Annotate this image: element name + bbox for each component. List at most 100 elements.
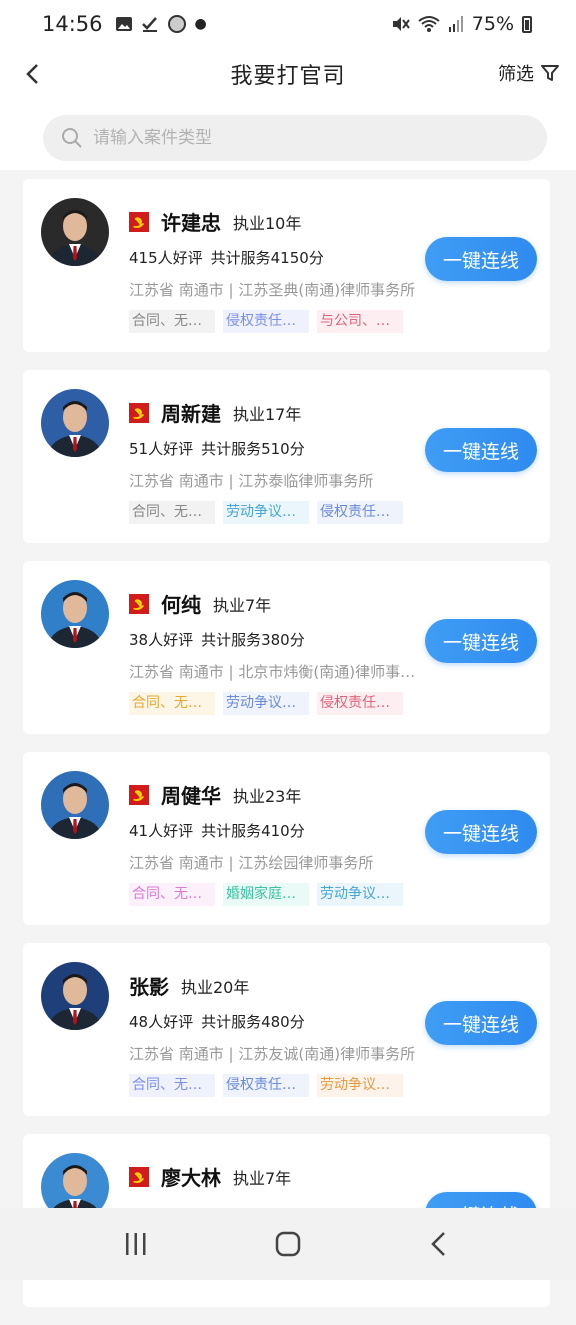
stats-row: 41人好评 共计服务410分 <box>129 820 305 841</box>
filter-label: 筛选 <box>498 64 534 85</box>
connect-button[interactable]: 一键连线 <box>425 1001 537 1045</box>
lawyer-name: 许建忠 <box>161 211 221 235</box>
tag-list: 合同、无… 侵权责任… 劳动争议… <box>129 1074 403 1097</box>
signal-icon <box>448 16 463 32</box>
back-icon <box>431 1232 445 1256</box>
tag-list: 合同、无… 婚姻家庭… 劳动争议… <box>129 883 403 906</box>
recent-apps-button[interactable] <box>116 1224 156 1264</box>
search-input[interactable] <box>91 127 495 149</box>
lawyer-card[interactable]: 许建忠 执业10年 415人好评 共计服务4150分江苏省 南通市 | 江苏圣典(南通… <box>23 179 550 352</box>
battery-percent: 75% <box>471 13 514 35</box>
service-score: 共计服务480分 <box>201 1013 305 1031</box>
party-emblem-icon <box>129 402 149 423</box>
avatar <box>41 771 109 839</box>
stats-row: 51人好评 共计服务510分 <box>129 438 305 459</box>
practice-tag: 合同、无… <box>129 883 215 906</box>
lawyer-card[interactable]: 周健华 执业23年 41人好评 共计服务410分江苏省 南通市 | 江苏绘园律师事务所… <box>23 752 550 925</box>
practice-tag: 劳动争议… <box>223 501 309 524</box>
practice-tag: 合同、无… <box>129 692 215 715</box>
name-row: 张影 执业20年 <box>129 971 249 1000</box>
review-count: 51人好评 <box>129 440 194 458</box>
lawyer-name: 何纯 <box>161 593 201 617</box>
practice-tag: 侵权责任… <box>317 501 403 524</box>
practice-tag: 合同、无… <box>129 310 215 333</box>
practice-tag: 侵权责任… <box>317 692 403 715</box>
practice-tag: 侵权责任… <box>223 1074 309 1097</box>
back-button[interactable] <box>420 1224 460 1264</box>
filter-button[interactable]: 筛选 <box>498 60 560 86</box>
home-icon <box>275 1231 301 1257</box>
service-score: 共计服务510分 <box>201 440 305 458</box>
service-score: 共计服务4150分 <box>210 249 324 267</box>
lawyer-card[interactable]: 何纯 执业7年 38人好评 共计服务380分江苏省 南通市 | 北京市炜衡(南通)律师… <box>23 561 550 734</box>
service-score: 共计服务410分 <box>201 822 305 840</box>
status-right: 75% <box>390 13 532 35</box>
lawyer-list: 许建忠 执业10年 415人好评 共计服务4150分江苏省 南通市 | 江苏圣典(南通… <box>23 179 550 1325</box>
avatar <box>41 580 109 648</box>
practice-tag: 劳动争议… <box>317 1074 403 1097</box>
check-icon <box>141 17 157 32</box>
practice-tag: 合同、无… <box>129 1074 215 1097</box>
lawyer-card[interactable]: 周新建 执业17年 51人好评 共计服务510分江苏省 南通市 | 江苏泰临律师事务所… <box>23 370 550 543</box>
system-nav-bar <box>0 1208 576 1280</box>
connect-button[interactable]: 一键连线 <box>425 428 537 472</box>
stats-row: 415人好评 共计服务4150分 <box>129 247 324 268</box>
stats-row: 38人好评 共计服务380分 <box>129 629 305 650</box>
practice-years: 执业10年 <box>233 213 302 233</box>
home-button[interactable] <box>268 1224 308 1264</box>
back-arrow-icon[interactable] <box>20 60 48 88</box>
name-row: 周新建 执业17年 <box>129 398 301 427</box>
avatar <box>41 389 109 457</box>
practice-years: 执业7年 <box>233 1168 292 1188</box>
location-firm: 江苏省 南通市 | 江苏绘园律师事务所 <box>129 854 374 872</box>
lawyer-name: 周健华 <box>161 784 221 808</box>
mute-icon <box>392 17 410 31</box>
practice-tag: 婚姻家庭… <box>223 883 309 906</box>
status-bar: 14:56 ● 75% <box>0 0 576 48</box>
connect-button[interactable]: 一键连线 <box>425 619 537 663</box>
review-count: 415人好评 <box>129 249 203 267</box>
practice-tag: 与公司、… <box>317 310 403 333</box>
practice-tag: 劳动争议… <box>223 692 309 715</box>
stats-row: 48人好评 共计服务480分 <box>129 1011 305 1032</box>
filter-icon <box>541 65 559 81</box>
notification-icons: ● <box>115 14 207 34</box>
practice-years: 执业20年 <box>181 977 250 997</box>
practice-years: 执业23年 <box>233 786 302 806</box>
connect-button[interactable]: 一键连线 <box>425 237 537 281</box>
gallery-icon <box>115 17 132 31</box>
lawyer-name: 张影 <box>129 975 169 999</box>
search-box[interactable] <box>43 115 547 161</box>
page-title: 我要打官司 <box>230 64 346 89</box>
tag-list: 合同、无… 侵权责任… 与公司、… <box>129 310 403 333</box>
location-firm: 江苏省 南通市 | 北京市炜衡(南通)律师事务所 <box>129 663 424 681</box>
practice-years: 执业17年 <box>233 404 302 424</box>
name-row: 许建忠 执业10年 <box>129 207 301 236</box>
party-emblem-icon <box>129 211 149 232</box>
review-count: 38人好评 <box>129 631 194 649</box>
practice-tag: 合同、无… <box>129 501 215 524</box>
location-firm: 江苏省 南通市 | 江苏泰临律师事务所 <box>129 472 374 490</box>
party-emblem-icon <box>129 784 149 805</box>
app-header: 我要打官司 筛选 <box>0 48 576 100</box>
party-emblem-icon <box>129 593 149 614</box>
avatar <box>41 198 109 266</box>
party-emblem-icon <box>129 1166 149 1187</box>
practice-tag: 侵权责任… <box>223 310 309 333</box>
lawyer-name: 廖大林 <box>161 1166 221 1190</box>
service-score: 共计服务380分 <box>201 631 305 649</box>
location-firm: 江苏省 南通市 | 江苏圣典(南通)律师事务所 <box>129 281 416 299</box>
review-count: 41人好评 <box>129 822 194 840</box>
lawyer-name: 周新建 <box>161 402 221 426</box>
wifi-icon <box>418 16 440 32</box>
name-row: 廖大林 执业7年 <box>129 1162 291 1191</box>
status-time: 14:56 <box>42 12 103 36</box>
practice-years: 执业7年 <box>213 595 272 615</box>
name-row: 周健华 执业23年 <box>129 780 301 809</box>
name-row: 何纯 执业7年 <box>129 589 271 618</box>
search-area <box>0 100 576 170</box>
connect-button[interactable]: 一键连线 <box>425 810 537 854</box>
lawyer-card[interactable]: 张影 执业20年 48人好评 共计服务480分 江苏省 南通市 | 江苏友诚(南通)律师… <box>23 943 550 1116</box>
recent-apps-icon <box>126 1233 146 1255</box>
practice-tag: 劳动争议… <box>317 883 403 906</box>
